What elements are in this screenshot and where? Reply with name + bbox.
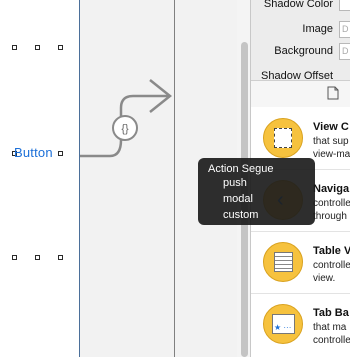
shadow-color-label: Shadow Color <box>263 0 333 10</box>
library-item-title: Table V <box>313 245 350 257</box>
library-item-desc: controlle through <box>313 198 350 222</box>
shadow-color-well[interactable] <box>339 0 350 11</box>
library-tab-bar <box>251 80 350 108</box>
menu-item-modal[interactable]: modal <box>223 193 253 205</box>
image-label: Image <box>302 23 333 35</box>
menu-header: Action Segue <box>208 163 274 175</box>
background-label: Background <box>274 45 333 57</box>
library-item-title: Tab Ba <box>313 307 349 319</box>
library-item-desc: that sup view-ma <box>313 136 350 160</box>
library-item-title: View C <box>313 121 349 133</box>
file-icon[interactable] <box>327 86 339 100</box>
tab-bar-icon: ★ ··· <box>263 304 303 344</box>
background-field[interactable]: D <box>339 43 350 60</box>
library-item-tab-bar-controller[interactable]: ★ ··· Tab Ba that ma controlle <box>251 293 350 355</box>
library-item-desc: controlle view. <box>313 260 350 284</box>
svg-text:{}: {} <box>121 123 129 135</box>
library-item-title: Naviga <box>313 183 350 195</box>
table-view-icon <box>263 242 303 282</box>
view-controller-icon <box>263 118 303 158</box>
library-item-table-view-controller[interactable]: Table V controlle view. <box>251 231 350 294</box>
library-item-desc: that ma controlle <box>313 322 350 346</box>
segue-icon[interactable]: {} <box>112 115 138 141</box>
menu-item-push[interactable]: push <box>223 177 247 189</box>
menu-item-custom[interactable]: custom <box>223 209 258 221</box>
image-field[interactable]: D <box>339 21 350 38</box>
action-segue-menu: Action Segue push modal custom <box>198 158 315 225</box>
object-library-list[interactable]: View C that sup view-ma ‹ Naviga control… <box>251 107 350 357</box>
